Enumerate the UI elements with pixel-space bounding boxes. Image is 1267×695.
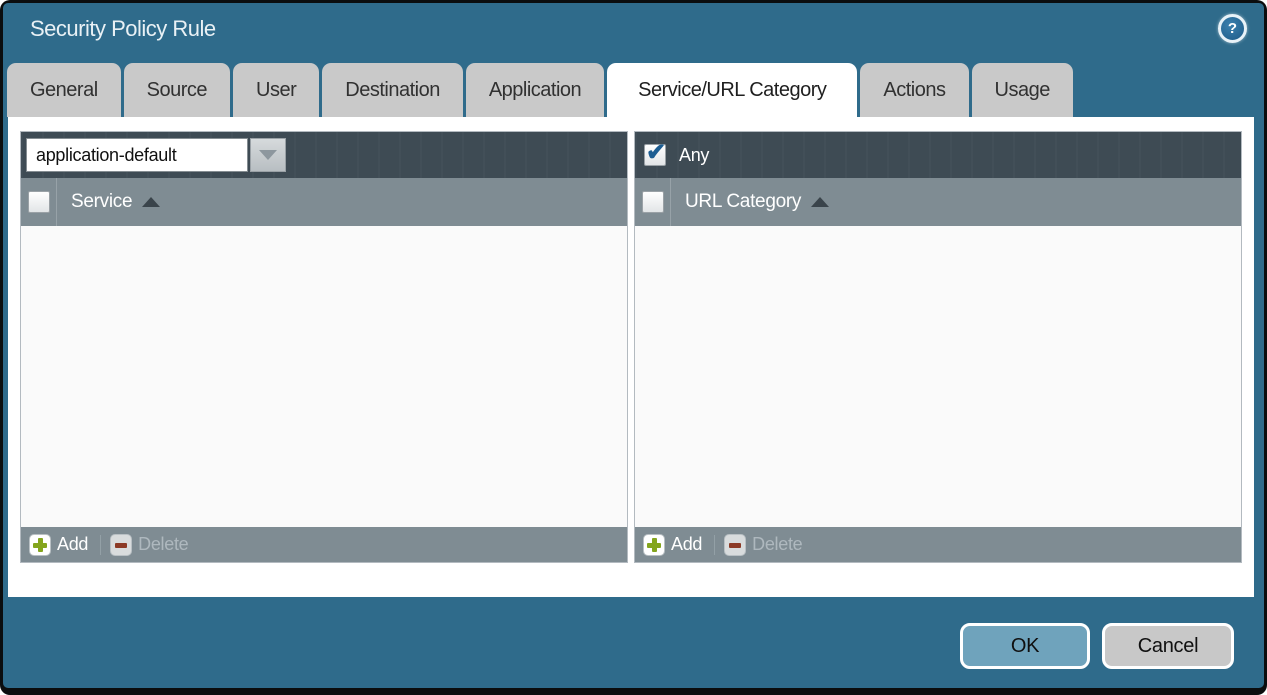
ok-button[interactable]: OK <box>960 623 1090 669</box>
service-column-header[interactable]: Service <box>71 191 132 213</box>
service-add-button[interactable]: Add <box>29 534 88 556</box>
service-type-dropdown-button[interactable] <box>250 138 286 172</box>
service-delete-button[interactable]: Delete <box>110 534 188 556</box>
url-category-delete-button[interactable]: Delete <box>724 534 802 556</box>
footer-divider <box>714 535 715 555</box>
plus-icon <box>643 534 665 556</box>
url-category-toolbar: Any <box>635 132 1241 178</box>
add-button-label: Add <box>671 534 702 555</box>
plus-icon <box>29 534 51 556</box>
column-divider <box>56 178 57 226</box>
delete-button-label: Delete <box>138 534 188 555</box>
tab-content: application-default Service <box>8 117 1254 597</box>
sort-ascending-icon[interactable] <box>811 197 829 207</box>
cancel-button[interactable]: Cancel <box>1102 623 1234 669</box>
screen: Security Policy Rule ? General Source Us… <box>0 0 1267 695</box>
column-divider <box>670 178 671 226</box>
tab-service-url-category[interactable]: Service/URL Category <box>607 63 857 117</box>
any-checkbox[interactable] <box>644 144 666 166</box>
help-glyph: ? <box>1228 20 1237 37</box>
tab-user[interactable]: User <box>233 63 319 117</box>
tab-application[interactable]: Application <box>466 63 604 117</box>
service-table-body <box>21 226 627 527</box>
service-footer: Add Delete <box>21 527 627 562</box>
delete-button-label: Delete <box>752 534 802 555</box>
url-category-table-body <box>635 226 1241 527</box>
url-category-column-header[interactable]: URL Category <box>685 191 801 213</box>
service-type-dropdown[interactable]: application-default <box>26 138 248 172</box>
tab-usage[interactable]: Usage <box>972 63 1073 117</box>
any-checkbox-label: Any <box>679 145 709 166</box>
service-toolbar: application-default <box>21 132 627 178</box>
add-button-label: Add <box>57 534 88 555</box>
security-policy-rule-dialog: Security Policy Rule ? General Source Us… <box>3 3 1264 688</box>
service-column-header-row: Service <box>21 178 627 226</box>
tab-bar: General Source User Destination Applicat… <box>7 63 1073 117</box>
dialog-title: Security Policy Rule <box>30 16 216 42</box>
url-category-select-all-cell <box>635 178 670 226</box>
tab-source[interactable]: Source <box>124 63 230 117</box>
url-category-column-header-row: URL Category <box>635 178 1241 226</box>
minus-icon <box>110 534 132 556</box>
url-category-panel: Any URL Category Add <box>634 131 1242 563</box>
tab-general[interactable]: General <box>7 63 121 117</box>
url-category-select-all-checkbox[interactable] <box>642 191 664 213</box>
service-select-all-cell <box>21 178 56 226</box>
footer-divider <box>100 535 101 555</box>
service-select-all-checkbox[interactable] <box>28 191 50 213</box>
help-icon[interactable]: ? <box>1218 14 1247 43</box>
service-panel: application-default Service <box>20 131 628 563</box>
any-checkbox-group: Any <box>644 144 709 166</box>
url-category-add-button[interactable]: Add <box>643 534 702 556</box>
chevron-down-icon <box>259 150 277 160</box>
sort-ascending-icon[interactable] <box>142 197 160 207</box>
tab-actions[interactable]: Actions <box>860 63 968 117</box>
url-category-footer: Add Delete <box>635 527 1241 562</box>
minus-icon <box>724 534 746 556</box>
tab-destination[interactable]: Destination <box>322 63 463 117</box>
